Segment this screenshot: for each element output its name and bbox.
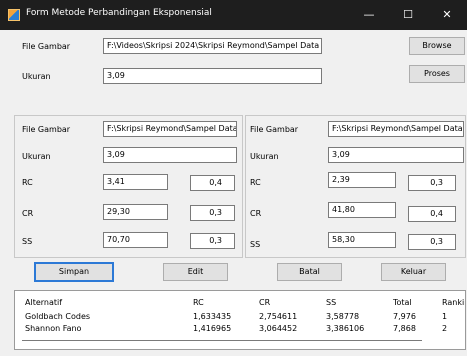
right-ss-label: SS (250, 240, 261, 249)
left-cr-label: CR (22, 209, 34, 218)
left-ukuran-field[interactable]: 3,09 (103, 147, 237, 163)
left-ukuran-label: Ukuran (22, 152, 51, 161)
title-bar: Form Metode Perbandingan Eksponensial — … (0, 0, 467, 30)
table-cell: 1,416965 (193, 324, 232, 333)
right-cr-weight-field[interactable]: 0,4 (408, 206, 456, 222)
right-ukuran-field[interactable]: 3,09 (328, 147, 464, 163)
table-cell: 1 (442, 312, 448, 321)
column-header[interactable]: Total (393, 297, 412, 309)
file-gambar-field[interactable]: F:\Videos\Skripsi 2024\Skripsi Reymond\S… (103, 38, 322, 54)
column-header[interactable]: Alternatif (25, 297, 62, 309)
table-cell: 1,633435 (193, 312, 232, 321)
column-header[interactable]: SS (326, 297, 336, 309)
column-header[interactable]: RC (193, 297, 204, 309)
browse-button[interactable]: Browse (409, 37, 465, 55)
table-cell: Goldbach Codes (25, 312, 91, 321)
left-rc-field[interactable]: 3,41 (103, 174, 168, 190)
ukuran-label: Ukuran (22, 72, 51, 81)
right-ss-field[interactable]: 58,30 (328, 232, 396, 248)
left-cr-field[interactable]: 29,30 (103, 204, 168, 220)
table-cell: 2 (442, 324, 448, 333)
left-rc-weight-field[interactable]: 0,4 (190, 175, 235, 191)
right-rc-label: RC (250, 178, 261, 187)
column-header[interactable]: CR (259, 297, 270, 309)
window-title: Form Metode Perbandingan Eksponensial (26, 8, 212, 18)
results-table[interactable]: Alternatif RC CR SS Total Ranking Goldba… (14, 290, 466, 350)
table-cell: 3,064452 (259, 324, 298, 333)
right-rc-weight-field[interactable]: 0,3 (408, 175, 456, 191)
close-button[interactable]: ✕ (427, 0, 467, 30)
simpan-button[interactable]: Simpan (34, 262, 114, 282)
table-cell: 3,58778 (326, 312, 360, 321)
table-cell: 7,976 (393, 312, 416, 321)
right-file-gambar-field[interactable]: F:\Skripsi Reymond\Sampel Data (328, 121, 464, 137)
right-ukuran-label: Ukuran (250, 152, 279, 161)
left-rc-label: RC (22, 178, 33, 187)
left-ss-label: SS (22, 237, 33, 246)
table-cell: 7,868 (393, 324, 416, 333)
left-cr-weight-field[interactable]: 0,3 (190, 205, 235, 221)
right-cr-field[interactable]: 41,80 (328, 202, 396, 218)
left-file-gambar-label: File Gambar (22, 125, 71, 134)
table-cell: 2,754611 (259, 312, 298, 321)
left-ss-weight-field[interactable]: 0,3 (190, 233, 235, 249)
right-cr-label: CR (250, 209, 262, 218)
ukuran-field[interactable]: 3,09 (103, 68, 322, 84)
table-cell: 3,386106 (326, 324, 365, 333)
table-cell: Shannon Fano (25, 324, 82, 333)
maximize-button[interactable]: ☐ (388, 0, 428, 30)
right-file-gambar-label: File Gambar (250, 125, 299, 134)
minimize-button[interactable]: — (349, 0, 389, 30)
proses-button[interactable]: Proses (409, 65, 465, 83)
batal-button[interactable]: Batal (277, 263, 342, 281)
column-header[interactable]: Ranking (442, 297, 465, 309)
left-ss-field[interactable]: 70,70 (103, 232, 168, 248)
right-ss-weight-field[interactable]: 0,3 (408, 234, 456, 250)
keluar-button[interactable]: Keluar (381, 263, 446, 281)
file-gambar-label: File Gambar (22, 42, 71, 51)
edit-button[interactable]: Edit (163, 263, 228, 281)
app-icon (8, 9, 20, 21)
right-rc-field[interactable]: 2,39 (328, 172, 396, 188)
horizontal-scrollbar[interactable] (22, 340, 422, 341)
left-file-gambar-field[interactable]: F:\Skripsi Reymond\Sampel Data (103, 121, 237, 137)
